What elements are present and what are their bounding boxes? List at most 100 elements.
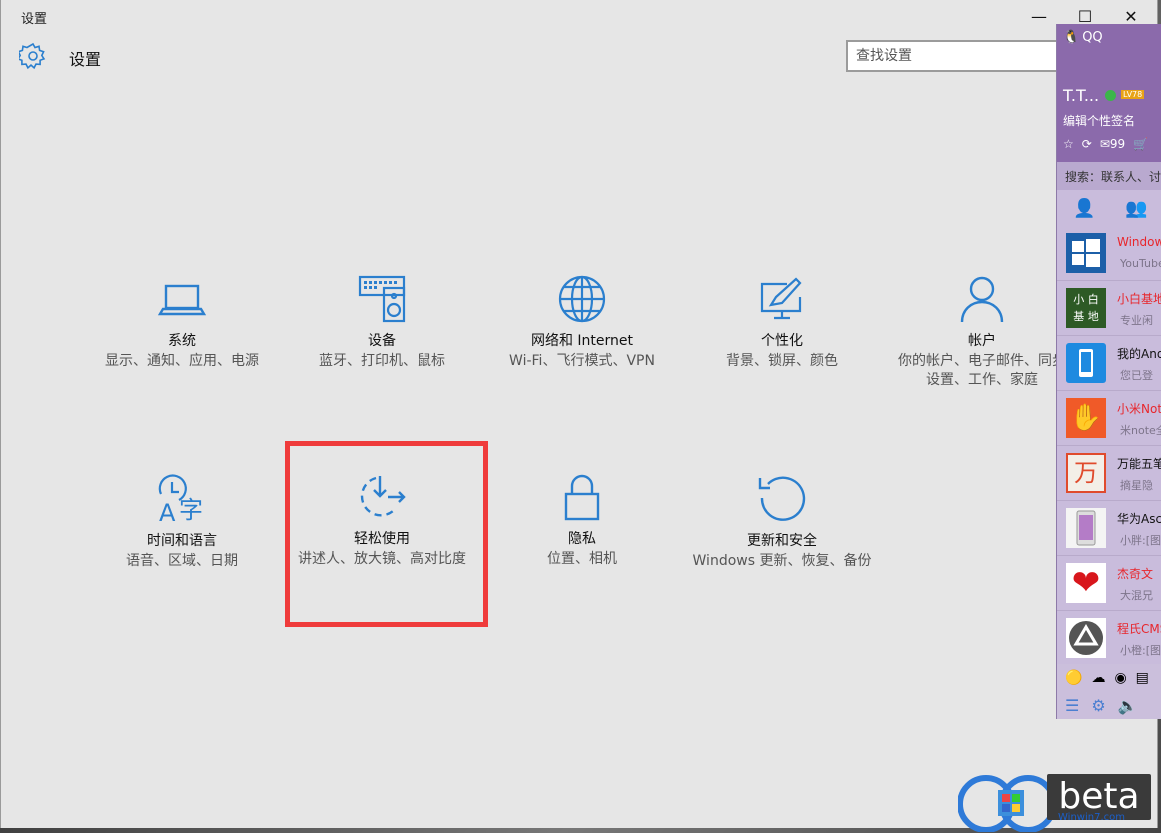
weiyun-icon[interactable]: ☁ (1091, 670, 1105, 686)
tile-system[interactable]: 系统 显示、通知、应用、电源 (92, 274, 272, 371)
cart-icon[interactable]: 🛒 (1133, 137, 1148, 151)
tile-title: 时间和语言 (147, 533, 217, 549)
globe-icon (558, 275, 606, 323)
star-icon[interactable]: ☆ (1063, 137, 1074, 151)
list-item[interactable]: 华为Asc 小胖:[图 (1057, 501, 1161, 556)
tile-title: 帐户 (968, 333, 996, 349)
tile-desc: 语音、区域、日期 (126, 553, 238, 569)
qq-header: 🐧 QQ T.T... LV78 编辑个性签名 ☆ ⟳ ✉99 🛒 (1057, 24, 1161, 162)
contact-name: Window (1117, 235, 1161, 249)
qq-bottom-bar: 🟡 ☁ ◉ ▤ ☰ ⚙ 🔈 (1057, 664, 1161, 719)
tile-title: 隐私 (568, 531, 596, 547)
red-highlight-box (285, 441, 488, 627)
tile-desc: Wi-Fi、飞行模式、VPN (509, 353, 655, 369)
mail-icon[interactable]: ✉99 (1100, 137, 1125, 151)
hand-avatar: ✋ (1066, 398, 1106, 438)
tile-network[interactable]: 网络和 Internet Wi-Fi、飞行模式、VPN (492, 274, 672, 371)
list-item[interactable]: 万 万能五笔 摘星隐 (1057, 446, 1161, 501)
qq-logo: 🐧 QQ (1063, 30, 1103, 45)
list-item[interactable]: 小 白基 地 小白基地 专业闲 (1057, 281, 1161, 336)
keyboard-speaker-icon (358, 275, 406, 323)
settings-window: 设置 — ☐ ✕ 设置 系统 显示、通知、应用、电源 (0, 0, 1158, 828)
game-icon[interactable]: 🟡 (1065, 670, 1082, 686)
contact-sub: YouTube (1120, 257, 1161, 270)
list-item[interactable]: ❤ 杰奇文 大混兄 (1057, 556, 1161, 611)
tile-desc: 位置、相机 (547, 551, 617, 567)
qq-nickname[interactable]: T.T... (1063, 86, 1099, 105)
book-icon[interactable]: ▤ (1136, 670, 1149, 686)
tile-desc: Windows 更新、恢复、备份 (692, 553, 872, 569)
contact-sub: 大混兄 (1120, 589, 1153, 602)
xiaobai-avatar: 小 白基 地 (1066, 288, 1106, 328)
qq-signature[interactable]: 编辑个性签名 (1063, 112, 1135, 129)
settings-icon[interactable]: ⚙ (1091, 696, 1105, 715)
tile-desc: 蓝牙、打印机、鼠标 (319, 353, 445, 369)
group-icon[interactable]: 👥 (1125, 198, 1147, 219)
huawei-phone-avatar (1066, 508, 1106, 548)
tile-title: 系统 (168, 333, 196, 349)
qq-search-bar[interactable]: 搜索：联系人、讨 (1057, 162, 1161, 190)
tile-devices[interactable]: 设备 蓝牙、打印机、鼠标 (292, 274, 472, 371)
contact-name: 小白基地 (1117, 292, 1161, 306)
qq-apps-row: 🟡 ☁ ◉ ▤ (1065, 670, 1149, 686)
lock-icon (564, 474, 600, 521)
qq-toolbar: ☆ ⟳ ✉99 🛒 (1063, 137, 1148, 151)
time-language-icon: A 字 (158, 474, 203, 524)
wanneng-avatar: 万 (1066, 453, 1106, 493)
list-item[interactable]: Window YouTube (1057, 226, 1161, 281)
camera-icon[interactable]: ◉ (1114, 670, 1126, 686)
windows-logo-avatar (1066, 233, 1106, 273)
laptop-icon (157, 284, 207, 316)
user-icon (960, 276, 1004, 323)
title-bar: 设置 — ☐ ✕ (1, 0, 1157, 32)
qq-tools-row: ☰ ⚙ 🔈 (1065, 696, 1138, 715)
contact-name: 小米Note (1117, 402, 1161, 416)
list-item[interactable]: ✋ 小米Note 米note全 (1057, 391, 1161, 446)
tile-desc: 显示、通知、应用、电源 (105, 353, 259, 369)
speaker-icon[interactable]: 🔈 (1118, 696, 1138, 715)
tile-title: 更新和安全 (747, 533, 817, 549)
tile-desc: 你的帐户、电子邮件、同步设置、工作、家庭 (898, 353, 1066, 388)
contact-sub: 专业闲 (1120, 314, 1153, 327)
tile-title: 设备 (368, 333, 396, 349)
tile-time-language[interactable]: A 字 时间和语言 语音、区域、日期 (92, 472, 272, 571)
qq-contact-list: Window YouTube 小 白基 地 小白基地 专业闲 我的And 您已登… (1057, 226, 1161, 666)
qq-logo-text: QQ (1082, 30, 1103, 45)
tile-privacy[interactable]: 隐私 位置、相机 (492, 472, 672, 569)
contact-sub: 米note全 (1120, 424, 1161, 437)
online-status-icon (1105, 90, 1116, 101)
contact-name: 程氏CMS (1117, 622, 1161, 636)
tile-title: 个性化 (761, 333, 803, 349)
qq-panel: 🐧 QQ T.T... LV78 编辑个性签名 ☆ ⟳ ✉99 🛒 搜索：联系人… (1056, 24, 1161, 719)
contact-sub: 小橙:[图 (1120, 644, 1161, 657)
svg-text:A: A (159, 499, 176, 524)
paint-monitor-icon (760, 277, 802, 320)
tile-title: 网络和 Internet (530, 333, 634, 349)
contact-sub: 您已登 (1120, 369, 1153, 382)
list-item[interactable]: 程氏CMS 小橙:[图 (1057, 611, 1161, 666)
heart-avatar: ❤ (1066, 563, 1106, 603)
tile-desc: 背景、锁屏、颜色 (726, 353, 838, 369)
menu-icon[interactable]: ☰ (1065, 696, 1079, 715)
contact-sub: 摘星隐 (1120, 479, 1153, 492)
level-badge: LV78 (1121, 90, 1145, 99)
window-title: 设置 (21, 12, 48, 27)
contact-name: 我的And (1117, 347, 1161, 361)
tile-accounts[interactable]: 帐户 你的帐户、电子邮件、同步设置、工作、家庭 (892, 274, 1072, 390)
qq-tabs: 👤 👥 (1057, 190, 1161, 226)
refresh-icon (758, 476, 806, 521)
cms-logo-avatar (1066, 618, 1106, 658)
space-icon[interactable]: ⟳ (1082, 137, 1092, 151)
svg-text:字: 字 (179, 496, 203, 524)
search-input[interactable] (846, 40, 1061, 72)
tile-personalization[interactable]: 个性化 背景、锁屏、颜色 (692, 274, 872, 371)
contact-sub: 小胖:[图 (1120, 534, 1161, 547)
watermark-url: Winwin7.com (1058, 812, 1125, 823)
contact-icon[interactable]: 👤 (1073, 198, 1095, 219)
contact-name: 万能五笔 (1117, 457, 1161, 471)
penguin-icon: 🐧 (1063, 30, 1080, 45)
gear-icon (19, 42, 46, 70)
contact-name: 杰奇文 (1117, 567, 1154, 581)
list-item[interactable]: 我的And 您已登 (1057, 336, 1161, 391)
tile-update-security[interactable]: 更新和安全 Windows 更新、恢复、备份 (692, 472, 872, 571)
